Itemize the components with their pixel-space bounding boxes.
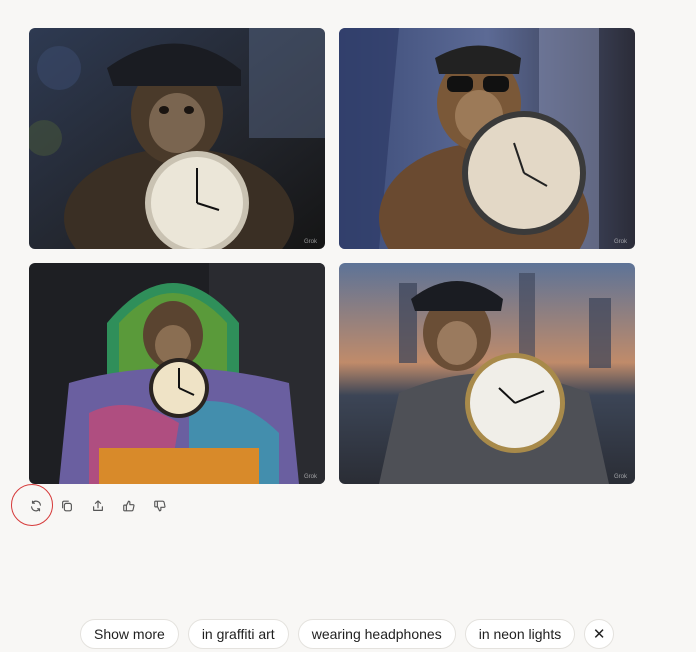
generated-image-2[interactable]: Grok <box>339 28 635 249</box>
dislike-button[interactable] <box>146 492 174 520</box>
copy-icon <box>62 500 72 512</box>
image-1-art <box>29 28 325 249</box>
image-grid: Grok Grok Grok Grok <box>29 28 635 486</box>
thumbs-up-icon <box>123 500 135 512</box>
image-watermark: Grok <box>613 474 627 480</box>
suggestion-chip-graffiti-art[interactable]: in graffiti art <box>187 619 289 649</box>
image-3-art <box>29 263 325 484</box>
refresh-icon <box>31 500 41 512</box>
image-watermark: Grok <box>613 239 627 245</box>
thumbs-down-icon <box>154 500 166 512</box>
generated-image-4[interactable]: Grok <box>339 263 635 484</box>
image-watermark: Grok <box>303 474 317 480</box>
close-icon: ✕ <box>592 626 606 643</box>
copy-button[interactable] <box>53 492 81 520</box>
image-actions-bar <box>22 492 177 520</box>
generated-image-3[interactable]: Grok <box>29 263 325 484</box>
image-4-art <box>339 263 635 484</box>
suggestion-chip-headphones[interactable]: wearing headphones <box>297 619 456 649</box>
regenerate-button[interactable] <box>22 492 50 520</box>
like-button[interactable] <box>115 492 143 520</box>
generated-image-1[interactable]: Grok <box>29 28 325 249</box>
share-button[interactable] <box>84 492 112 520</box>
suggestion-chip-neon-lights[interactable]: in neon lights <box>464 619 576 649</box>
share-icon <box>93 500 103 511</box>
image-watermark: Grok <box>303 239 317 245</box>
close-suggestions-button[interactable]: ✕ <box>584 619 615 649</box>
show-more-chip[interactable]: Show more <box>80 619 179 649</box>
suggestion-chips: Show more in graffiti art wearing headph… <box>80 619 615 649</box>
image-2-art <box>339 28 635 249</box>
